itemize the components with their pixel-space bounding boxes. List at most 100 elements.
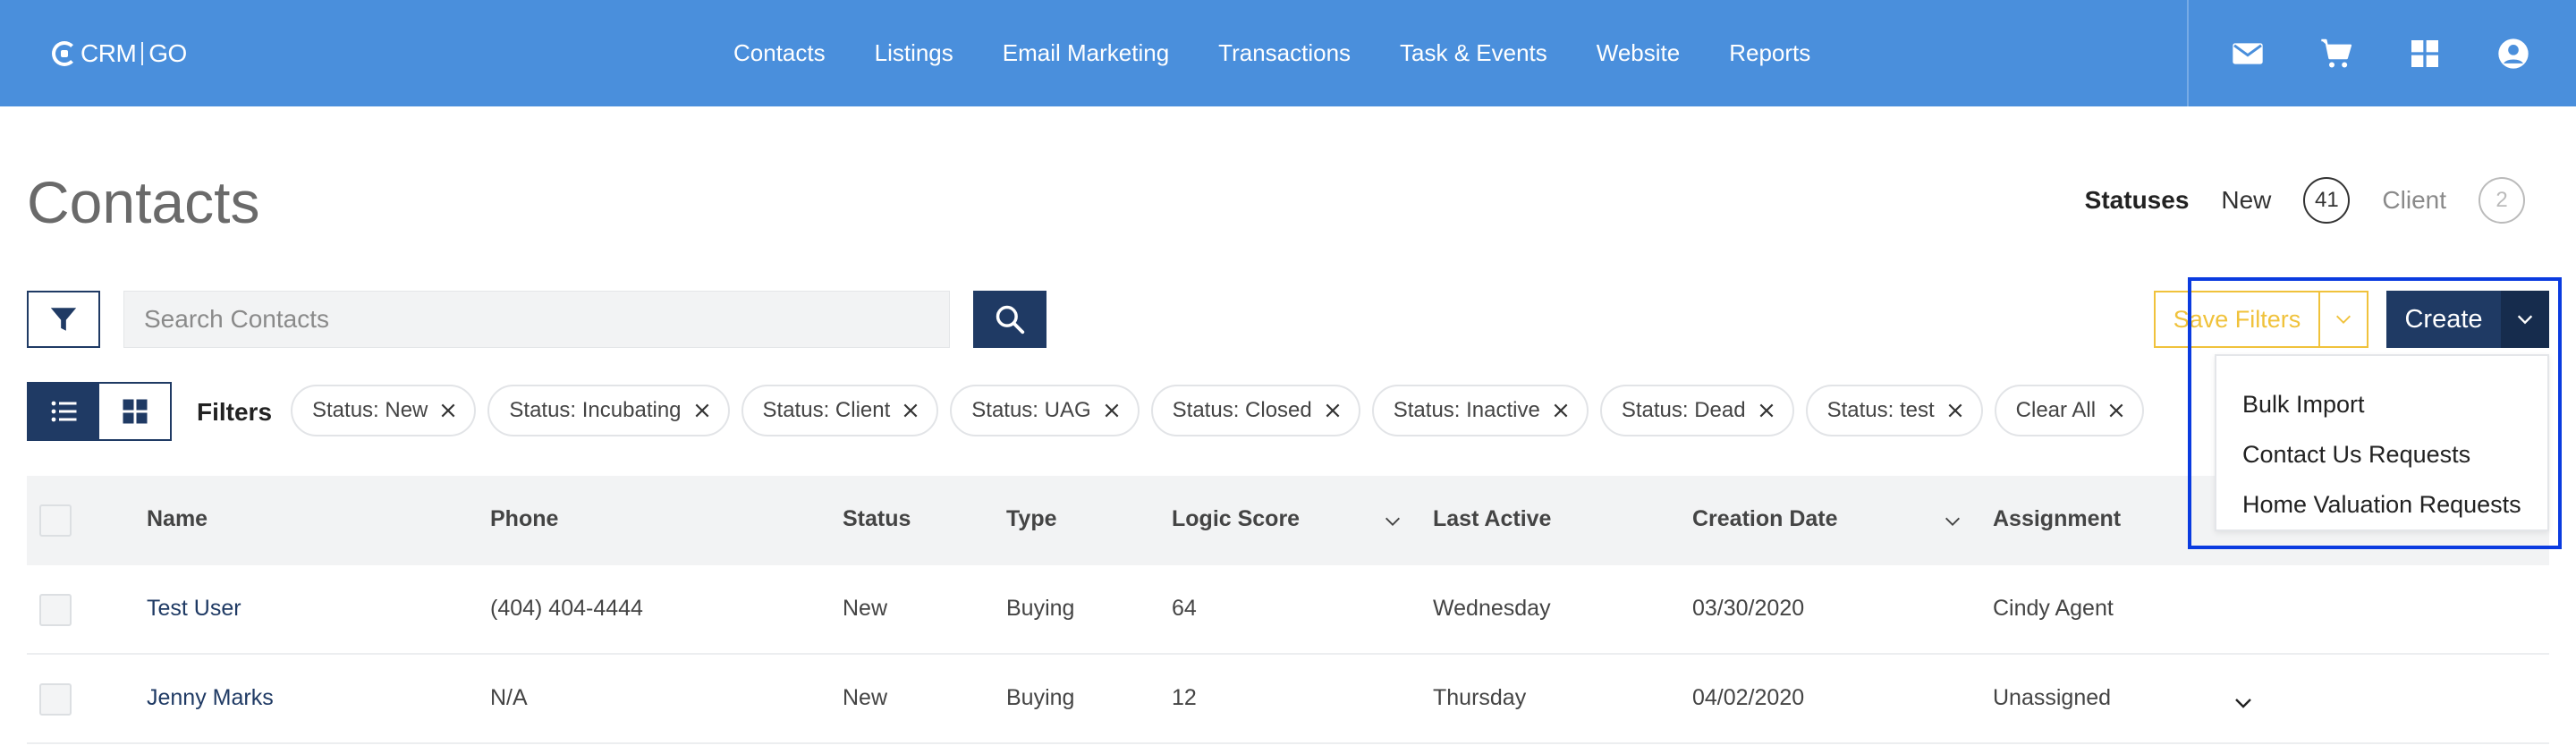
column-name[interactable]: Name: [147, 506, 208, 532]
chevron-down-icon[interactable]: [1943, 512, 1962, 531]
logo-separator: [141, 42, 144, 65]
chip-label: Clear All: [2015, 398, 2097, 422]
mail-icon[interactable]: [2228, 34, 2267, 73]
contact-type: Buying: [1006, 685, 1075, 710]
status-summary: Statuses New 41 Client 2: [2085, 177, 2525, 224]
close-icon[interactable]: [1323, 401, 1343, 420]
column-last-active[interactable]: Last Active: [1433, 506, 1551, 532]
grid-view-button[interactable]: [99, 384, 170, 439]
cart-icon[interactable]: [2317, 34, 2356, 73]
grid-view-icon: [123, 399, 147, 424]
search-icon: [996, 305, 1025, 335]
view-toggle: [27, 382, 172, 441]
crm-go-logo[interactable]: CRM GO: [52, 38, 187, 70]
contact-phone: N/A: [490, 685, 528, 710]
chip-label: Status: test: [1826, 398, 1935, 422]
nav-task-events[interactable]: Task & Events: [1400, 39, 1547, 67]
filter-chip-status-incubating[interactable]: Status: Incubating: [487, 385, 730, 436]
filter-chip-status-uag[interactable]: Status: UAG: [950, 385, 1140, 436]
filter-chip-status-client[interactable]: Status: Client: [741, 385, 939, 436]
top-navigation-bar: CRM GO Contacts Listings Email Marketing…: [0, 0, 2576, 106]
filters-label: Filters: [197, 398, 273, 426]
chevron-down-icon[interactable]: [1383, 512, 1402, 531]
statuses-label: Statuses: [2084, 186, 2190, 214]
row-checkbox[interactable]: [39, 594, 72, 626]
nav-website[interactable]: Website: [1597, 39, 1680, 67]
close-icon[interactable]: [1757, 401, 1776, 420]
chip-label: Status: New: [312, 398, 428, 422]
contact-name-link[interactable]: Jenny Marks: [147, 685, 274, 711]
apps-grid-icon[interactable]: [2405, 34, 2445, 73]
save-filters-button[interactable]: Save Filters: [2156, 292, 2320, 346]
filter-chip-status-dead[interactable]: Status: Dead: [1599, 385, 1794, 436]
close-icon[interactable]: [1102, 401, 1122, 420]
close-icon[interactable]: [901, 401, 920, 420]
status-new-count[interactable]: 41: [2303, 177, 2351, 224]
contact-logic-score: 12: [1172, 685, 1197, 710]
column-assignment[interactable]: Assignment: [1993, 506, 2121, 532]
nav-listings[interactable]: Listings: [875, 39, 953, 67]
column-type[interactable]: Type: [1006, 506, 1057, 532]
select-all-checkbox[interactable]: [39, 504, 72, 537]
table-header: Name Phone Status Type Logic Score Last …: [27, 476, 2549, 565]
clear-all-filters-chip[interactable]: Clear All: [1994, 385, 2145, 436]
logo-icon: [52, 41, 77, 66]
close-icon[interactable]: [1551, 401, 1571, 420]
filter-chip-status-inactive[interactable]: Status: Inactive: [1371, 385, 1589, 436]
nav-email-marketing[interactable]: Email Marketing: [1003, 39, 1169, 67]
contact-status: New: [843, 685, 888, 710]
nav-transactions[interactable]: Transactions: [1218, 39, 1351, 67]
close-icon[interactable]: [2106, 401, 2126, 420]
list-view-button[interactable]: [29, 384, 99, 439]
user-account-icon[interactable]: [2494, 34, 2533, 73]
menu-item-contact-us-requests[interactable]: Contact Us Requests: [2216, 429, 2547, 479]
filter-toggle-button[interactable]: [27, 291, 100, 348]
list-view-icon: [51, 401, 76, 422]
table-row[interactable]: Test User (404) 404-4444 New Buying 64 W…: [27, 565, 2549, 655]
chip-label: Status: Closed: [1172, 398, 1312, 422]
filter-chip-status-closed[interactable]: Status: Closed: [1150, 385, 1360, 436]
logo-suffix: GO: [148, 39, 187, 67]
chip-label: Status: Client: [762, 398, 891, 422]
column-creation-date[interactable]: Creation Date: [1692, 506, 1838, 532]
filter-chip-status-test[interactable]: Status: test: [1805, 385, 1983, 436]
assignment-dropdown-chevron-icon[interactable]: [2233, 692, 2254, 714]
chevron-down-icon: [2336, 315, 2351, 324]
column-status[interactable]: Status: [843, 506, 911, 532]
row-checkbox[interactable]: [39, 683, 72, 716]
create-button-group: Create: [2386, 291, 2549, 348]
nav-reports[interactable]: Reports: [1729, 39, 1810, 67]
create-dropdown-toggle[interactable]: [2501, 291, 2549, 348]
page-title: Contacts: [27, 169, 260, 235]
column-logic-score[interactable]: Logic Score: [1172, 506, 1300, 532]
contact-assignment: Unassigned: [1993, 685, 2112, 710]
chip-label: Status: Inactive: [1393, 398, 1540, 422]
menu-item-home-valuation-requests[interactable]: Home Valuation Requests: [2216, 479, 2547, 529]
contact-logic-score: 64: [1172, 596, 1197, 621]
contact-phone: (404) 404-4444: [490, 596, 643, 621]
status-client-label[interactable]: Client: [2382, 186, 2446, 215]
close-icon[interactable]: [438, 401, 458, 420]
close-icon[interactable]: [1945, 401, 1965, 420]
table-row[interactable]: Jenny Marks N/A New Buying 12 Thursday 0…: [27, 655, 2549, 744]
contact-status: New: [843, 596, 888, 621]
status-new-label[interactable]: New: [2221, 186, 2271, 215]
active-filter-chips: Status: New Status: Incubating Status: C…: [291, 385, 2156, 436]
column-phone[interactable]: Phone: [490, 506, 558, 532]
search-contacts-input[interactable]: [123, 291, 950, 348]
logo-name: CRM: [80, 39, 137, 67]
contact-name-link[interactable]: Test User: [147, 596, 242, 622]
filter-chip-status-new[interactable]: Status: New: [291, 385, 477, 436]
create-button[interactable]: Create: [2386, 291, 2501, 348]
nav-divider: [2187, 0, 2189, 106]
main-nav: Contacts Listings Email Marketing Transa…: [733, 0, 1860, 106]
search-button[interactable]: [973, 291, 1046, 348]
close-icon[interactable]: [692, 401, 712, 420]
nav-contacts[interactable]: Contacts: [733, 39, 826, 67]
chip-label: Status: Incubating: [509, 398, 682, 422]
menu-item-bulk-import[interactable]: Bulk Import: [2216, 379, 2547, 429]
save-filters-button-group: Save Filters: [2154, 291, 2368, 348]
status-client-count[interactable]: 2: [2479, 177, 2525, 224]
contact-creation-date: 04/02/2020: [1692, 685, 1805, 710]
save-filters-dropdown-toggle[interactable]: [2320, 292, 2367, 346]
